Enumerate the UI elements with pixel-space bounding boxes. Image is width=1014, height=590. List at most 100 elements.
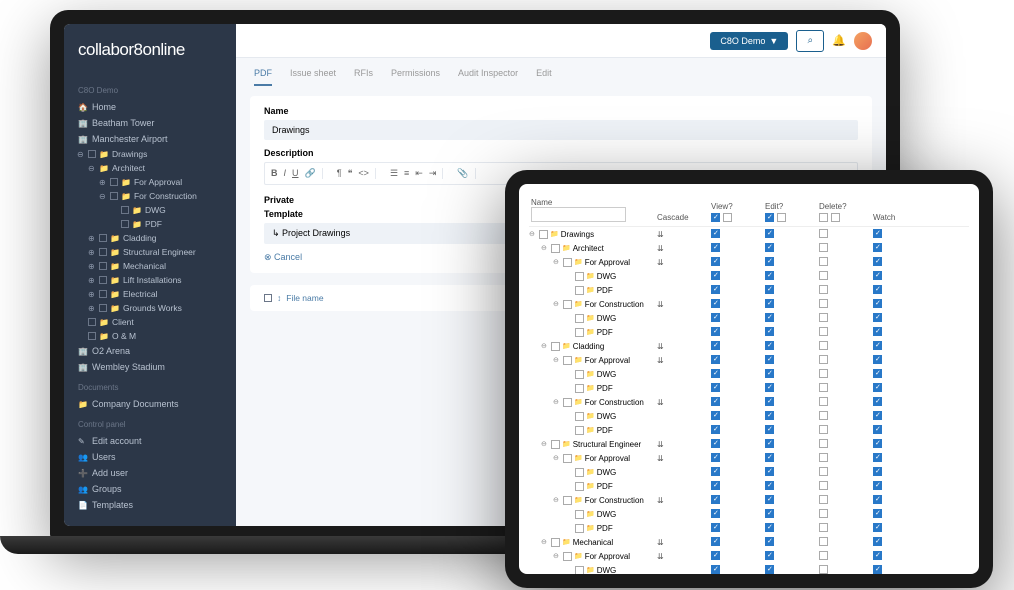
permission-name[interactable]: 📁PDF xyxy=(529,524,657,533)
tree-structural[interactable]: ⊕📁Structural Engineer xyxy=(88,245,236,259)
tree-om[interactable]: 📁O & M xyxy=(77,329,236,343)
perm-checkbox[interactable] xyxy=(819,369,828,378)
permission-name[interactable]: 📁DWG xyxy=(529,510,657,519)
perm-checkbox[interactable] xyxy=(873,495,882,504)
checkbox[interactable] xyxy=(551,440,560,449)
perm-checkbox[interactable] xyxy=(819,285,828,294)
permission-name[interactable]: 📁PDF xyxy=(529,482,657,491)
toggle-icon[interactable]: ⊖ xyxy=(553,454,561,462)
perm-checkbox[interactable] xyxy=(711,243,720,252)
permission-name[interactable]: ⊖📁For Approval xyxy=(529,258,657,267)
sidebar-groups[interactable]: 👥Groups xyxy=(64,481,236,497)
checkbox[interactable] xyxy=(575,272,584,281)
perm-checkbox[interactable] xyxy=(765,439,774,448)
perm-checkbox[interactable] xyxy=(765,537,774,546)
perm-checkbox[interactable] xyxy=(711,425,720,434)
perm-checkbox[interactable] xyxy=(819,481,828,490)
tree-electrical[interactable]: ⊕📁Electrical xyxy=(88,287,236,301)
tab-edit[interactable]: Edit xyxy=(536,68,552,86)
cascade-cell[interactable]: ⇊ xyxy=(657,440,711,449)
checkbox[interactable] xyxy=(575,468,584,477)
filename-column[interactable]: File name xyxy=(286,293,323,303)
cascade-cell[interactable]: ⇊ xyxy=(657,258,711,267)
perm-checkbox[interactable] xyxy=(711,397,720,406)
perm-checkbox[interactable] xyxy=(873,565,882,574)
permission-name[interactable]: ⊖📁Cladding xyxy=(529,342,657,351)
checkbox[interactable] xyxy=(563,552,572,561)
perm-checkbox[interactable] xyxy=(765,257,774,266)
toggle-icon[interactable]: ⊖ xyxy=(77,150,85,159)
checkbox[interactable] xyxy=(575,314,584,323)
perm-checkbox[interactable] xyxy=(819,537,828,546)
perm-checkbox[interactable] xyxy=(711,327,720,336)
permission-name[interactable]: ⊖📁Architect xyxy=(529,244,657,253)
perm-checkbox[interactable] xyxy=(873,453,882,462)
checkbox[interactable] xyxy=(88,318,96,326)
toggle-icon[interactable]: ⊖ xyxy=(553,398,561,406)
code-icon[interactable]: <> xyxy=(358,168,369,179)
perm-checkbox[interactable] xyxy=(765,453,774,462)
perm-checkbox[interactable] xyxy=(819,565,828,574)
toggle-icon[interactable]: ⊕ xyxy=(88,234,96,243)
sidebar-users[interactable]: 👥Users xyxy=(64,449,236,465)
perm-checkbox[interactable] xyxy=(765,397,774,406)
perm-checkbox[interactable] xyxy=(765,383,774,392)
perm-checkbox[interactable] xyxy=(711,383,720,392)
list-ol-icon[interactable]: ≡ xyxy=(404,168,409,179)
edit-all-checkbox[interactable] xyxy=(765,213,774,222)
perm-checkbox[interactable] xyxy=(711,551,720,560)
toggle-icon[interactable]: ⊖ xyxy=(541,440,549,448)
perm-checkbox[interactable] xyxy=(873,229,882,238)
checkbox[interactable] xyxy=(563,398,572,407)
toggle-icon[interactable]: ⊖ xyxy=(553,552,561,560)
permission-name[interactable]: ⊖📁For Construction xyxy=(529,398,657,407)
tree-client[interactable]: 📁Client xyxy=(77,315,236,329)
checkbox[interactable] xyxy=(575,566,584,575)
perm-checkbox[interactable] xyxy=(873,341,882,350)
cascade-cell[interactable]: ⇊ xyxy=(657,454,711,463)
cascade-cell[interactable]: ⇊ xyxy=(657,244,711,253)
permission-name[interactable]: ⊖📁For Construction xyxy=(529,496,657,505)
cascade-cell[interactable]: ⇊ xyxy=(657,496,711,505)
perm-checkbox[interactable] xyxy=(765,285,774,294)
perm-checkbox[interactable] xyxy=(819,243,828,252)
list-ul-icon[interactable]: ☰ xyxy=(390,168,398,179)
underline-icon[interactable]: U xyxy=(292,168,299,179)
perm-checkbox[interactable] xyxy=(819,425,828,434)
view-none-checkbox[interactable] xyxy=(723,213,732,222)
checkbox[interactable] xyxy=(575,384,584,393)
perm-checkbox[interactable] xyxy=(711,439,720,448)
checkbox[interactable] xyxy=(88,150,96,158)
quote-icon[interactable]: ❝ xyxy=(348,168,353,179)
permission-name[interactable]: 📁DWG xyxy=(529,566,657,575)
perm-checkbox[interactable] xyxy=(765,551,774,560)
perm-checkbox[interactable] xyxy=(819,341,828,350)
permission-name[interactable]: ⊖📁For Construction xyxy=(529,300,657,309)
search-button[interactable]: ⌕ xyxy=(796,30,824,52)
bold-icon[interactable]: B xyxy=(271,168,278,179)
tab-pdf[interactable]: PDF xyxy=(254,68,272,86)
perm-checkbox[interactable] xyxy=(819,467,828,476)
perm-checkbox[interactable] xyxy=(873,411,882,420)
perm-checkbox[interactable] xyxy=(873,355,882,364)
name-field[interactable]: Drawings xyxy=(264,120,858,140)
perm-checkbox[interactable] xyxy=(765,299,774,308)
cascade-cell[interactable]: ⇊ xyxy=(657,342,711,351)
tree-cladding[interactable]: ⊕📁Cladding xyxy=(88,231,236,245)
checkbox[interactable] xyxy=(551,244,560,253)
cascade-cell[interactable]: ⇊ xyxy=(657,356,711,365)
checkbox[interactable] xyxy=(563,356,572,365)
perm-checkbox[interactable] xyxy=(819,383,828,392)
demo-dropdown[interactable]: C8O Demo▼ xyxy=(710,32,788,50)
perm-checkbox[interactable] xyxy=(873,369,882,378)
toggle-icon[interactable]: ⊕ xyxy=(88,276,96,285)
perm-checkbox[interactable] xyxy=(765,369,774,378)
perm-checkbox[interactable] xyxy=(711,481,720,490)
checkbox[interactable] xyxy=(99,262,107,270)
perm-checkbox[interactable] xyxy=(765,411,774,420)
perm-checkbox[interactable] xyxy=(873,271,882,280)
checkbox[interactable] xyxy=(110,192,118,200)
tree-drawings[interactable]: ⊖📁Drawings xyxy=(77,147,236,161)
perm-checkbox[interactable] xyxy=(873,551,882,560)
delete-none-checkbox[interactable] xyxy=(831,213,840,222)
